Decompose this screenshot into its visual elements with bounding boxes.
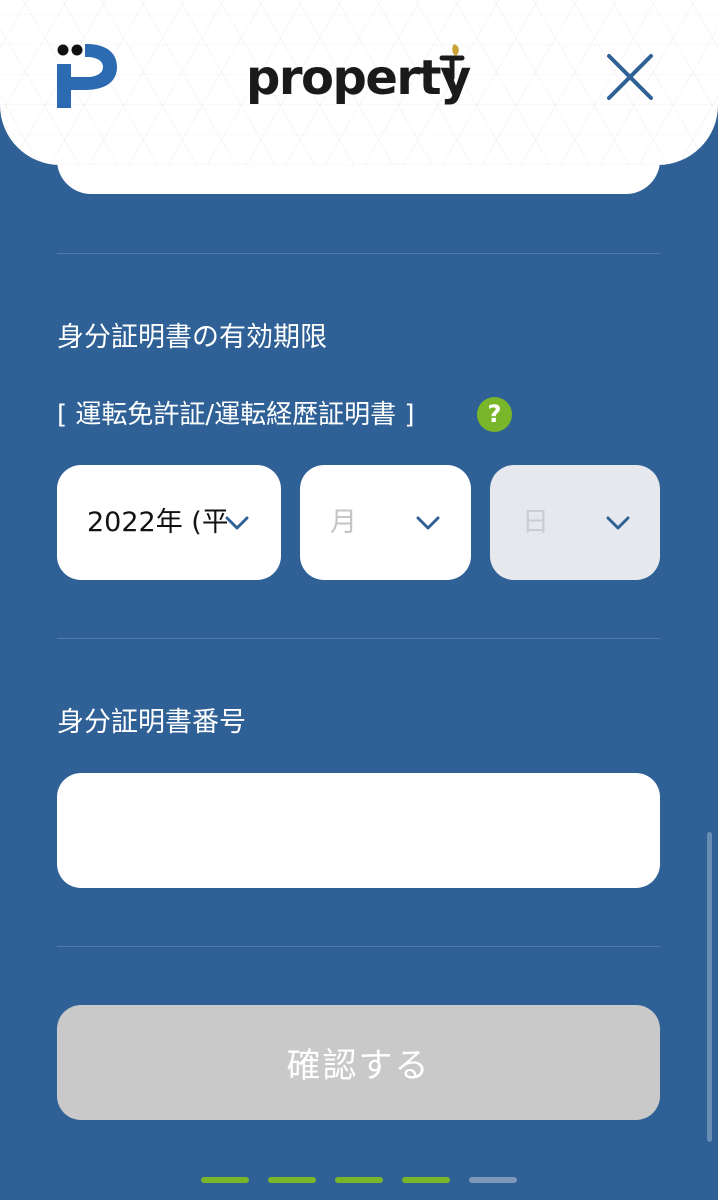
section-divider [57,253,660,254]
progress-step [402,1177,450,1183]
id-number-label: 身分証明書番号 [57,707,246,738]
progress-step [469,1177,517,1183]
chevron-down-icon [225,516,249,530]
progress-step [335,1177,383,1183]
section-divider [57,946,660,947]
help-icon[interactable]: ? [477,397,512,432]
confirm-button[interactable]: 確認する [57,1005,660,1120]
p-logo-icon [57,44,117,108]
progress-step [201,1177,249,1183]
chevron-down-icon [606,516,630,530]
close-icon[interactable] [604,52,656,102]
id-number-input[interactable] [57,773,660,888]
day-select[interactable]: 日 [490,465,660,580]
section-divider [57,638,660,639]
year-select-value: 2022年 (平 [87,507,227,538]
month-select-placeholder: 月 [330,507,357,538]
month-select[interactable]: 月 [300,465,471,580]
year-select[interactable]: 2022年 (平 [57,465,281,580]
expiry-label: 身分証明書の有効期限 [57,322,327,353]
brand-plus-icon [439,44,465,81]
expiry-sublabel: [ 運転免許証/運転経歴証明書 ] [57,400,415,430]
progress-step [268,1177,316,1183]
day-select-placeholder: 日 [522,507,549,538]
scrollbar[interactable] [707,832,712,1142]
app-header: property [0,0,718,165]
chevron-down-icon [416,516,440,530]
